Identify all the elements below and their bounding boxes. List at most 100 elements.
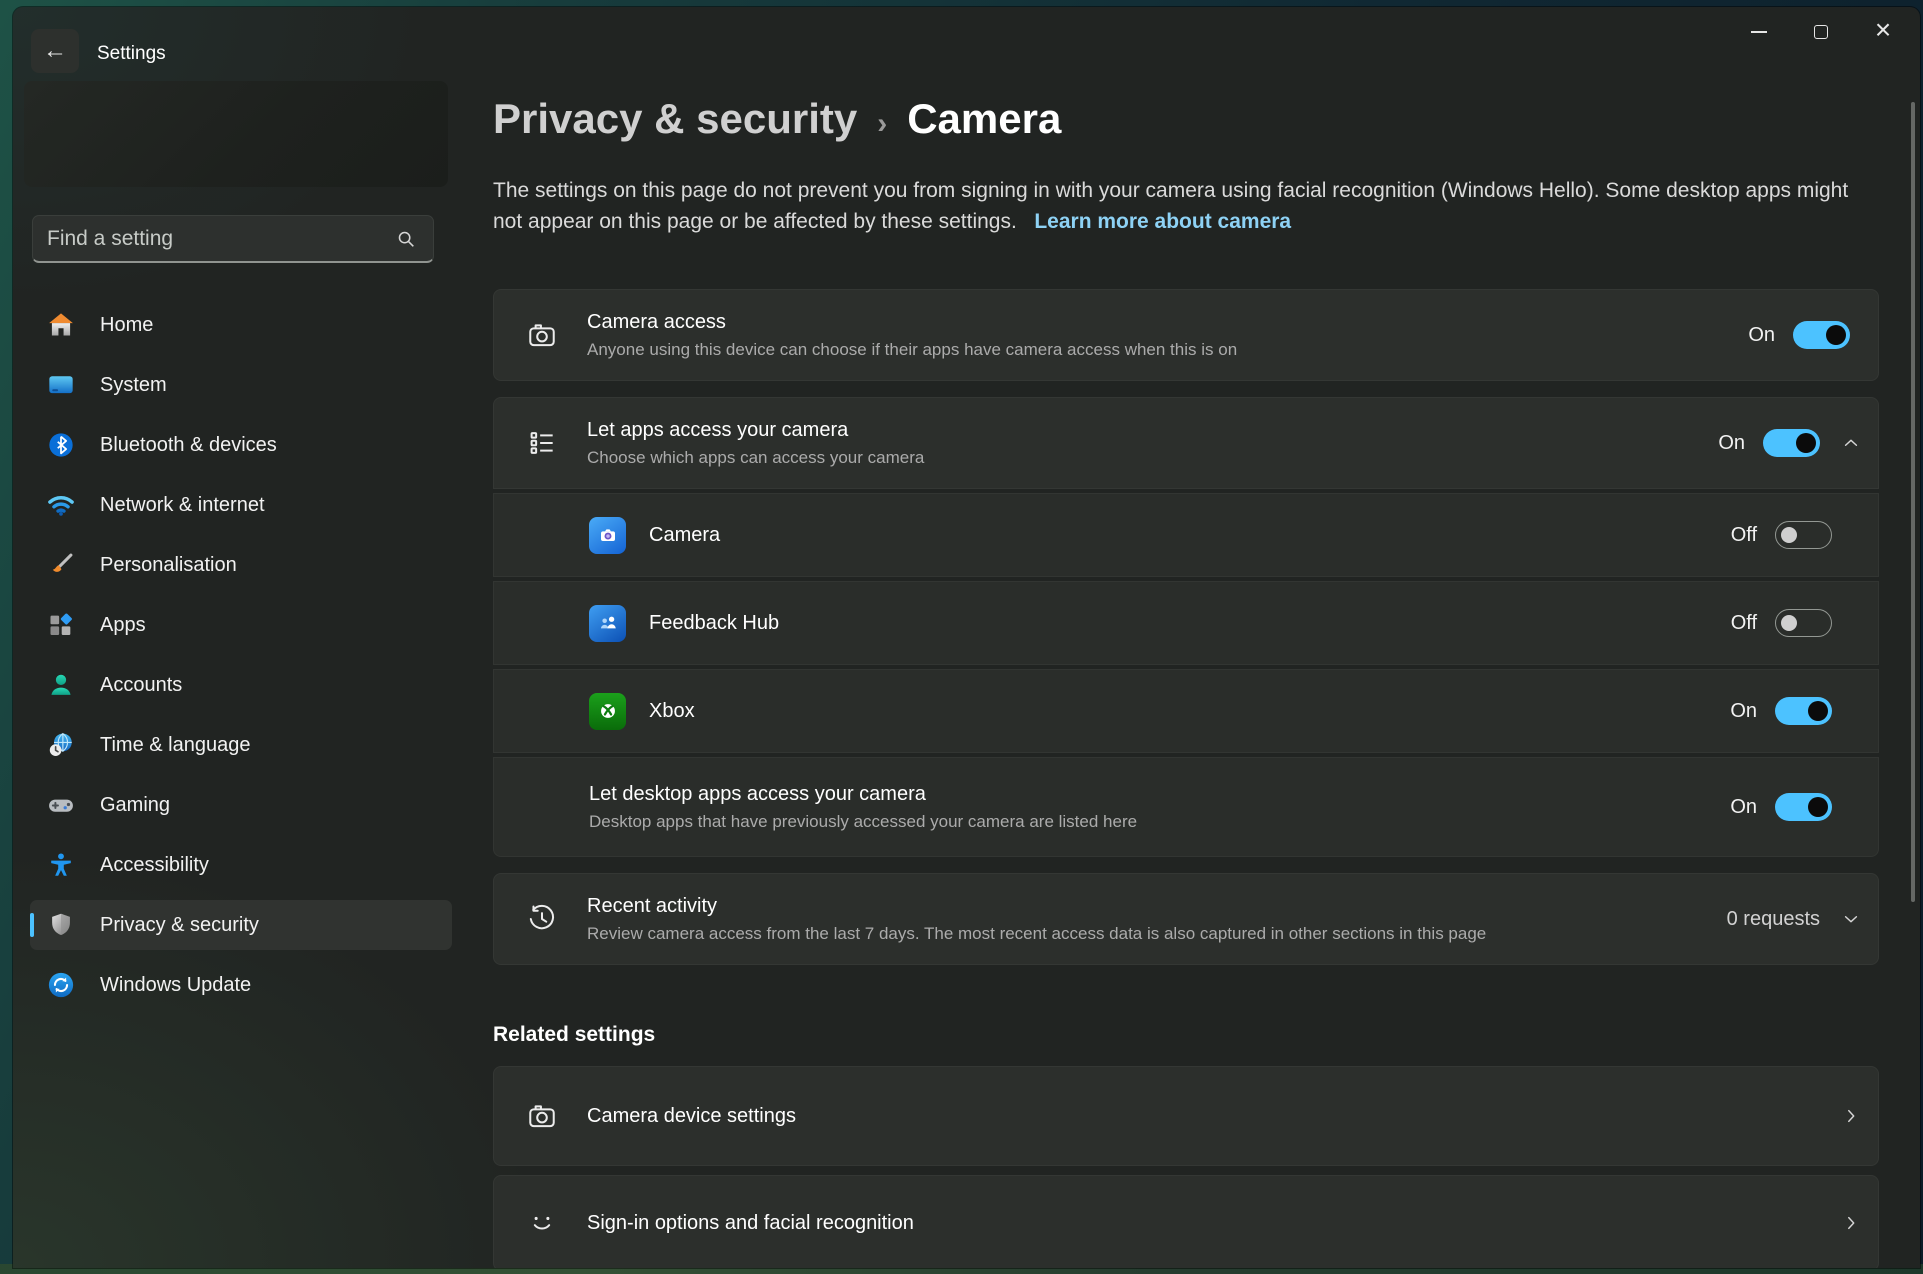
xbox-app-icon [589,693,626,730]
accessibility-person-icon [46,850,76,880]
network-wifi-icon [46,490,76,520]
description-line1: The settings on this page do not prevent… [493,175,1895,206]
feedback-hub-app-icon [589,605,626,642]
windows-hello-face-icon [525,1207,559,1239]
sidebar-item-bluetooth-devices[interactable]: Bluetooth & devices [30,420,452,470]
search-icon [395,228,417,250]
chevron-down-icon[interactable] [1842,910,1860,928]
app-list-icon [525,427,559,459]
home-icon [46,310,76,340]
app-state: On [1730,700,1757,723]
toggle-knob [1796,433,1816,453]
app-state: Off [1731,524,1757,547]
windows-update-icon [46,970,76,1000]
let-apps-toggle[interactable] [1763,429,1820,457]
search-input[interactable] [33,227,395,251]
recent-activity-value: 0 requests [1727,908,1820,931]
close-icon: × [1875,16,1891,44]
camera-access-title: Camera access [587,309,1237,335]
desktop-wallpaper: ← Settings × [0,0,1923,1274]
camera-device-settings-label: Camera device settings [587,1105,796,1128]
app-name: Camera [649,524,720,547]
recent-activity-title: Recent activity [587,893,1486,919]
time-language-icon [46,730,76,760]
toggle-knob [1826,325,1846,345]
history-icon [525,903,559,935]
page-title: Camera [907,91,1061,147]
breadcrumb-separator-icon: › [877,96,887,152]
let-apps-subtitle: Choose which apps can access your camera [587,446,924,469]
minimize-button[interactable] [1728,11,1790,53]
desktop-apps-row: Let desktop apps access your camera Desk… [493,757,1879,857]
camera-access-subtitle: Anyone using this device can choose if t… [587,338,1237,361]
app-name: Feedback Hub [649,612,779,635]
accounts-person-icon [46,670,76,700]
privacy-shield-icon [46,910,76,940]
sidebar-item-network-internet[interactable]: Network & internet [30,480,452,530]
sidebar-item-personalisation[interactable]: Personalisation [30,540,452,590]
toggle-knob [1781,527,1797,543]
search-box [32,215,434,263]
let-apps-title: Let apps access your camera [587,417,924,443]
sidebar-item-windows-update[interactable]: Windows Update [30,960,452,1010]
active-accent-bar [30,913,34,937]
account-card[interactable] [24,81,448,187]
breadcrumb-parent[interactable]: Privacy & security [493,91,857,147]
personalisation-brush-icon [46,550,76,580]
minimize-icon [1751,31,1767,33]
camera-access-card: Camera access Anyone using this device c… [493,289,1879,381]
gaming-gamepad-icon [46,790,76,820]
camera-access-toggle[interactable] [1793,321,1850,349]
xbox-toggle[interactable] [1775,697,1832,725]
let-apps-access-card[interactable]: Let apps access your camera Choose which… [493,397,1879,489]
desktop-apps-title: Let desktop apps access your camera [589,781,1137,807]
app-row-feedback-hub: Feedback Hub Off [493,581,1879,665]
main-content: Privacy & security › Camera The settings… [493,91,1895,1268]
system-icon [46,370,76,400]
app-row-camera: Camera Off [493,493,1879,577]
sign-in-options-label: Sign-in options and facial recognition [587,1212,914,1235]
desktop-apps-toggle[interactable] [1775,793,1832,821]
sign-in-options-card[interactable]: Sign-in options and facial recognition [493,1175,1879,1268]
sidebar-item-privacy-security[interactable]: Privacy & security [30,900,452,950]
learn-more-link[interactable]: Learn more about camera [1034,210,1291,233]
let-apps-state: On [1718,432,1745,455]
camera-access-state: On [1748,324,1775,347]
sidebar-item-home[interactable]: Home [30,300,452,350]
sidebar-item-system[interactable]: System [30,360,452,410]
maximize-button[interactable] [1790,11,1852,53]
recent-activity-card[interactable]: Recent activity Review camera access fro… [493,873,1879,965]
description-line2: not appear on this page or be affected b… [493,210,1017,233]
desktop-apps-state: On [1730,796,1757,819]
scrollbar[interactable] [1911,102,1915,902]
related-settings-header: Related settings [493,1021,1895,1049]
camera-outline-icon [525,319,559,351]
recent-activity-subtitle: Review camera access from the last 7 day… [587,922,1486,945]
camera-app-toggle[interactable] [1775,521,1832,549]
camera-device-settings-card[interactable]: Camera device settings [493,1066,1879,1166]
maximize-icon [1814,25,1828,39]
page-description: The settings on this page do not prevent… [493,175,1895,237]
caption-buttons: × [1728,11,1914,53]
sidebar-item-gaming[interactable]: Gaming [30,780,452,830]
bluetooth-icon [46,430,76,460]
sidebar: Home System Bluetooth & devices [13,7,478,1268]
app-row-xbox: Xbox On [493,669,1879,753]
settings-window: ← Settings × [13,7,1920,1268]
feedback-hub-toggle[interactable] [1775,609,1832,637]
camera-app-icon [589,517,626,554]
chevron-up-icon[interactable] [1842,434,1860,452]
apps-icon [46,610,76,640]
toggle-knob [1808,797,1828,817]
chevron-right-icon [1842,1214,1860,1232]
camera-outline-icon [525,1100,559,1132]
breadcrumb: Privacy & security › Camera [493,91,1895,152]
sidebar-item-accounts[interactable]: Accounts [30,660,452,710]
app-state: Off [1731,612,1757,635]
sidebar-nav: Home System Bluetooth & devices [30,300,452,1010]
desktop-apps-subtitle: Desktop apps that have previously access… [589,810,1137,833]
sidebar-item-apps[interactable]: Apps [30,600,452,650]
sidebar-item-time-language[interactable]: Time & language [30,720,452,770]
sidebar-item-accessibility[interactable]: Accessibility [30,840,452,890]
close-button[interactable]: × [1852,11,1914,53]
